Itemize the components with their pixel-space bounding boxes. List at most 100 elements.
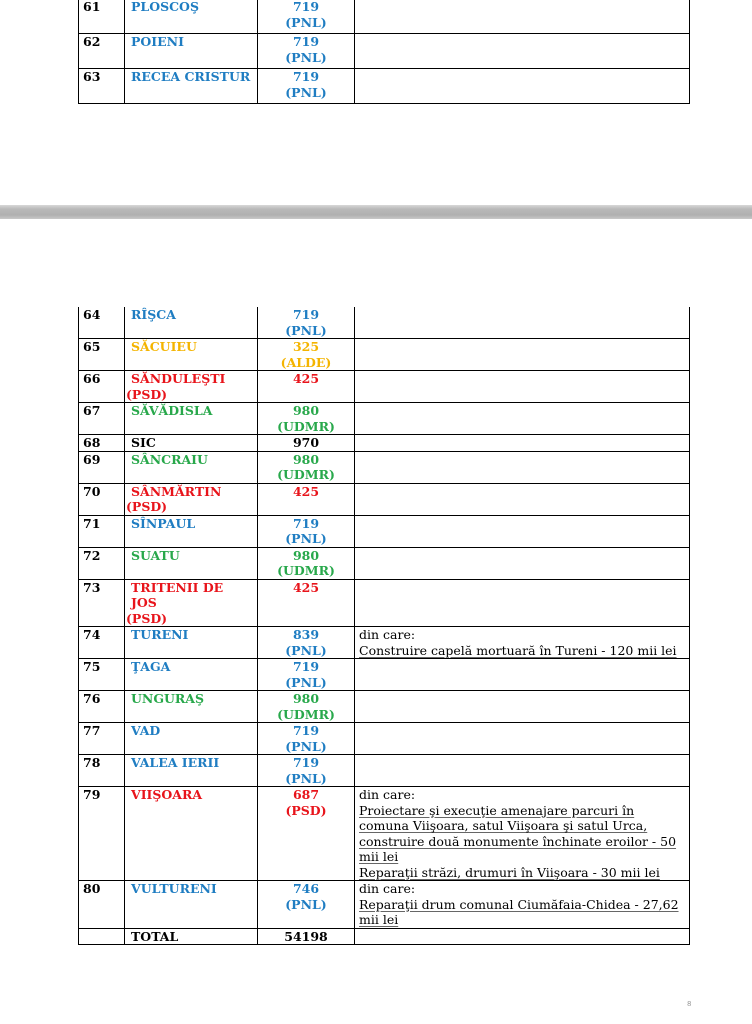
details-cell	[354, 402, 690, 435]
commune-name-cell: VIIŞOARA	[124, 786, 258, 881]
commune-name: RÎŞCA	[131, 307, 176, 322]
details-cell	[354, 754, 690, 787]
amount-value: 719	[292, 659, 320, 675]
commune-name: SÎNPAUL	[131, 515, 196, 531]
table-row: 67 SĂVĂDISLA 980 (UDMR)	[78, 402, 690, 435]
commune-party: (PSD)	[126, 610, 168, 626]
party-label: (PNL)	[285, 49, 327, 65]
amount-value: 719	[292, 755, 320, 771]
table-row: 73 TRITENII DE JOS (PSD) 425	[78, 578, 690, 627]
amount-value: 719	[292, 515, 320, 531]
commune-name: VIIŞOARA	[131, 787, 203, 803]
commune-name: SĂNDULEŞTI	[131, 371, 226, 387]
row-number: 75	[78, 658, 125, 691]
details-cell	[354, 434, 690, 452]
commune-party: (PSD)	[126, 499, 168, 514]
table-row: 77 VAD 719 (PNL)	[78, 722, 690, 755]
row-number: 74	[78, 626, 125, 659]
details-cell	[354, 722, 690, 755]
amount-cell: 425	[257, 578, 355, 627]
table-row: 70 SÂNMĂRTIN (PSD) 425	[78, 482, 690, 516]
details-cell	[354, 68, 690, 104]
row-number: 79	[78, 786, 125, 881]
commune-name-cell: POIENI	[124, 33, 258, 69]
page-separator	[0, 205, 752, 219]
amount-value: 325	[292, 339, 320, 355]
commune-name: VALEA IERII	[131, 755, 220, 771]
party-label: (PSD)	[285, 802, 327, 818]
party-label: (PNL)	[285, 674, 327, 690]
table-row: 80 VULTURENI 746 (PNL) din care: Reparaţii dr…	[78, 880, 690, 929]
details-cell	[354, 658, 690, 691]
table-row: 74 TURENI 839 (PNL) din care: Construire cape…	[78, 626, 690, 659]
page-number: 8	[687, 1000, 692, 1008]
row-number: 72	[78, 546, 125, 580]
commune-name-cell: SUATU	[124, 546, 258, 580]
amount-cell: 746 (PNL)	[257, 880, 355, 929]
amount-value: 980	[292, 691, 320, 707]
party-label: (UDMR)	[277, 563, 335, 578]
party-label: (UDMR)	[277, 418, 335, 434]
commune-name-cell: SÂNMĂRTIN (PSD)	[124, 482, 258, 516]
commune-name-cell: SÎNPAUL	[124, 514, 258, 548]
party-label: (PNL)	[285, 896, 327, 912]
table-row: 62 POIENI 719 (PNL)	[78, 33, 690, 69]
detail-line: din care:	[359, 787, 416, 803]
amount-value: 719	[292, 34, 320, 50]
table-row: 69 SÂNCRAIU 980 (UDMR)	[78, 450, 690, 484]
party-label: (PNL)	[285, 642, 327, 658]
amount-cell: 719 (PNL)	[257, 658, 355, 691]
amount-value: 746	[292, 881, 320, 896]
amount-value: 980	[292, 403, 320, 419]
amount-cell: 970	[257, 434, 355, 452]
row-number: 68	[78, 434, 125, 452]
amount-cell: 980 (UDMR)	[257, 690, 355, 723]
commune-name: SĂCUIEU	[131, 339, 197, 355]
row-number: 64	[78, 307, 125, 339]
amount-value: 719	[292, 723, 320, 739]
commune-name-cell: SĂCUIEU	[124, 338, 258, 371]
row-number: 73	[78, 578, 125, 627]
commune-name-cell: ŢAGA	[124, 658, 258, 691]
row-number: 67	[78, 402, 125, 435]
row-number: 66	[78, 370, 125, 403]
commune-name: TRITENII DE JOS	[131, 579, 224, 610]
amount-cell: 980 (UDMR)	[257, 450, 355, 484]
details-cell: din care: Reparaţii drum comunal Ciumăfai…	[354, 880, 690, 929]
amount-value: 719	[292, 307, 320, 322]
commune-name: PLOSCOŞ	[131, 0, 199, 14]
commune-name-cell: SĂVĂDISLA	[124, 402, 258, 435]
amount-cell: 719 (PNL)	[257, 722, 355, 755]
amount-cell: 719 (PNL)	[257, 754, 355, 787]
details-cell: din care: Construire capelă mortuară în T…	[354, 626, 690, 659]
commune-name-cell: TURENI	[124, 626, 258, 659]
party-label: (UDMR)	[277, 467, 335, 482]
amount-cell: 325 (ALDE)	[257, 338, 355, 371]
detail-line: Reparaţii străzi, drumuri în Viişoara - …	[359, 864, 660, 880]
party-label: (PNL)	[285, 738, 327, 754]
amount-value: 425	[292, 483, 320, 499]
details-cell	[354, 546, 690, 580]
total-nr	[78, 927, 125, 945]
party-label: (PNL)	[285, 14, 327, 30]
table-row: 79 VIIŞOARA 687 (PSD) din care: Proiectare şi…	[78, 786, 690, 881]
commune-name-cell: VAD	[124, 722, 258, 755]
row-number: 76	[78, 690, 125, 723]
table-row: 71 SÎNPAUL 719 (PNL)	[78, 514, 690, 548]
commune-name: RECEA CRISTUR	[131, 69, 251, 85]
commune-name: SUATU	[131, 547, 180, 563]
commune-name: VAD	[131, 723, 161, 739]
row-number: 70	[78, 482, 125, 516]
total-label: TOTAL	[124, 927, 258, 945]
commune-name: ŢAGA	[131, 659, 171, 675]
amount-value: 425	[292, 371, 320, 387]
amount-value: 980	[292, 547, 320, 563]
allocation-table-top: 61 PLOSCOŞ 719 (PNL) 62 POIENI 719 (PNL) 63 RECEA…	[78, 0, 690, 104]
row-number: 69	[78, 450, 125, 484]
table-row: 63 RECEA CRISTUR 719 (PNL)	[78, 68, 690, 104]
commune-name: SÂNMĂRTIN	[131, 483, 222, 499]
party-label: (PNL)	[285, 770, 327, 786]
details-cell: din care: Proiectare şi execuţie amenajar…	[354, 786, 690, 881]
row-number: 62	[78, 33, 125, 69]
total-row: TOTAL 54198	[78, 927, 690, 945]
